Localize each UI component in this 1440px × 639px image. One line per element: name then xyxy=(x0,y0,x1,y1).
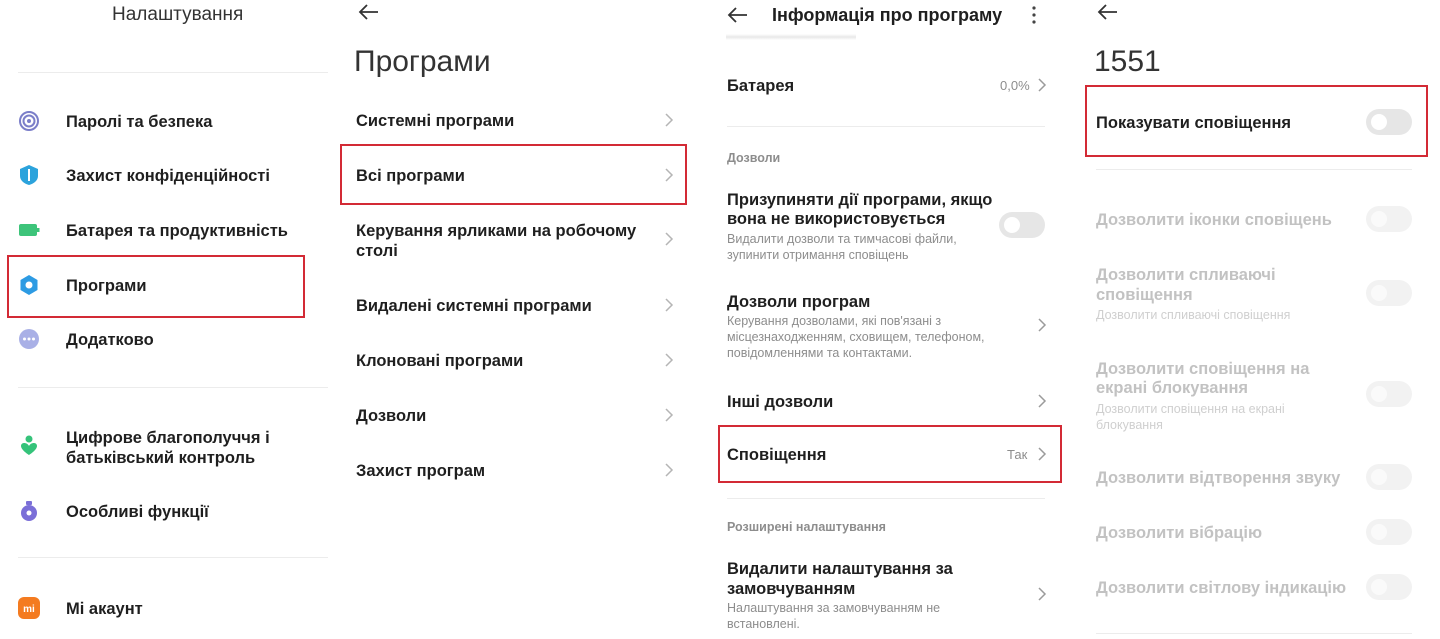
allow-vibration-toggle[interactable] xyxy=(1366,519,1412,545)
list-item-system-apps[interactable]: Системні програми xyxy=(356,111,514,131)
privacy-shield-icon xyxy=(20,165,38,185)
clear-defaults-sub2: встановлені. xyxy=(727,617,800,631)
apps-gear-icon xyxy=(20,275,38,295)
allow-icons-toggle[interactable] xyxy=(1366,206,1412,232)
battery-row-label[interactable]: Батарея xyxy=(727,76,794,96)
menu-item-wellbeing-line2[interactable]: батьківський контроль xyxy=(66,448,255,468)
clear-defaults-line2[interactable]: замовчуванням xyxy=(727,579,855,599)
clear-defaults-line1[interactable]: Видалити налаштування за xyxy=(727,559,953,579)
list-item-shortcuts-line1[interactable]: Керування ярликами на робочому xyxy=(356,221,636,241)
battery-icon xyxy=(19,224,40,236)
more-options-icon[interactable] xyxy=(1027,4,1041,26)
allow-sound-label[interactable]: Дозволити відтворення звуку xyxy=(1096,468,1340,488)
allow-sound-toggle[interactable] xyxy=(1366,464,1412,490)
menu-item-battery[interactable]: Батарея та продуктивність xyxy=(66,221,288,241)
list-item-app-protection[interactable]: Захист програм xyxy=(356,461,485,481)
section-header-permissions: Дозволи xyxy=(727,151,781,165)
chevron-right-icon xyxy=(1038,394,1047,408)
fingerprint-icon xyxy=(19,111,39,131)
menu-item-programs[interactable]: Програми xyxy=(66,276,147,296)
page-title: Інформація про програму xyxy=(772,5,1003,25)
page-title: 1551 xyxy=(1094,45,1161,78)
menu-item-special[interactable]: Особливі функції xyxy=(66,502,209,522)
mi-account-icon: mi xyxy=(18,597,40,619)
chevron-right-icon xyxy=(665,232,674,246)
scroll-fade xyxy=(726,34,856,40)
chevron-right-icon xyxy=(665,298,674,312)
back-arrow-icon[interactable] xyxy=(1096,0,1120,24)
show-notifications-toggle[interactable] xyxy=(1366,109,1412,135)
app-permissions-label[interactable]: Дозволи програм xyxy=(727,292,870,312)
pause-activity-sub2: зупинити отримання сповіщень xyxy=(727,248,909,262)
battery-value: 0,0% xyxy=(1000,78,1030,93)
chevron-right-icon xyxy=(665,168,674,182)
chevron-right-icon xyxy=(665,408,674,422)
allow-popup-toggle[interactable] xyxy=(1366,280,1412,306)
menu-item-wellbeing-line1[interactable]: Цифрове благополуччя і xyxy=(66,428,270,448)
list-item-all-apps[interactable]: Всі програми xyxy=(356,166,465,186)
section-header-advanced: Розширені налаштування xyxy=(727,520,886,534)
special-features-icon xyxy=(21,501,37,521)
show-notifications-label[interactable]: Показувати сповіщення xyxy=(1096,113,1291,133)
allow-popup-line1[interactable]: Дозволити спливаючі xyxy=(1096,265,1276,285)
chevron-right-icon xyxy=(665,353,674,367)
menu-item-additional[interactable]: Додатково xyxy=(66,330,154,350)
page-title: Програми xyxy=(354,45,491,78)
back-arrow-icon[interactable] xyxy=(726,3,750,27)
menu-item-privacy[interactable]: Захист конфіденційності xyxy=(66,166,270,186)
page-title: Налаштування xyxy=(112,4,244,25)
back-arrow-icon[interactable] xyxy=(357,0,381,24)
allow-vibration-label[interactable]: Дозволити вібрацію xyxy=(1096,523,1262,543)
pause-activity-line2[interactable]: вона не використовується xyxy=(727,209,945,229)
chevron-right-icon xyxy=(1038,447,1047,461)
more-dots-icon xyxy=(19,329,39,349)
menu-item-passwords[interactable]: Паролі та безпека xyxy=(66,112,212,132)
chevron-right-icon xyxy=(1038,587,1047,601)
list-item-shortcuts-line2[interactable]: столі xyxy=(356,241,398,261)
chevron-right-icon xyxy=(1038,318,1047,332)
app-permissions-sub3: повідомленнями та контактами. xyxy=(727,346,913,360)
allow-light-label[interactable]: Дозволити світлову індикацію xyxy=(1096,578,1346,598)
allow-icons-label[interactable]: Дозволити іконки сповіщень xyxy=(1096,210,1332,230)
wellbeing-icon xyxy=(21,435,37,455)
allow-lockscreen-toggle[interactable] xyxy=(1366,381,1412,407)
list-item-permissions[interactable]: Дозволи xyxy=(356,406,426,426)
allow-lockscreen-line2[interactable]: екрані блокування xyxy=(1096,378,1248,398)
app-permissions-sub1: Керування дозволами, які пов'язані з xyxy=(727,314,942,328)
pause-activity-sub1: Видалити дозволи та тимчасові файли, xyxy=(727,232,957,246)
other-permissions-label[interactable]: Інші дозволи xyxy=(727,392,833,412)
highlight-programs xyxy=(7,255,305,318)
allow-popup-line2[interactable]: сповіщення xyxy=(1096,285,1193,305)
svg-text:mi: mi xyxy=(23,604,35,615)
list-item-deleted-system-apps[interactable]: Видалені системні програми xyxy=(356,296,592,316)
menu-item-mi-account[interactable]: Мі акаунт xyxy=(66,599,143,619)
notifications-label[interactable]: Сповіщення xyxy=(727,445,826,465)
chevron-right-icon xyxy=(665,113,674,127)
list-item-cloned-apps[interactable]: Клоновані програми xyxy=(356,351,523,371)
app-permissions-sub2: місцезнаходженням, сховищем, телефоном, xyxy=(727,330,985,344)
pause-activity-line1[interactable]: Призупиняти дії програми, якщо xyxy=(727,190,992,210)
chevron-right-icon xyxy=(1038,78,1047,92)
pause-activity-toggle[interactable] xyxy=(999,212,1045,238)
allow-lockscreen-sub1: Дозволити сповіщення на екрані xyxy=(1096,402,1285,416)
allow-lockscreen-line1[interactable]: Дозволити сповіщення на xyxy=(1096,359,1309,379)
allow-light-toggle[interactable] xyxy=(1366,574,1412,600)
notifications-value: Так xyxy=(1007,447,1028,462)
allow-lockscreen-sub2: блокування xyxy=(1096,418,1163,432)
allow-popup-sub1: Дозволити спливаючі сповіщення xyxy=(1096,308,1291,322)
chevron-right-icon xyxy=(665,463,674,477)
clear-defaults-sub1: Налаштування за замовчуванням не xyxy=(727,601,941,615)
